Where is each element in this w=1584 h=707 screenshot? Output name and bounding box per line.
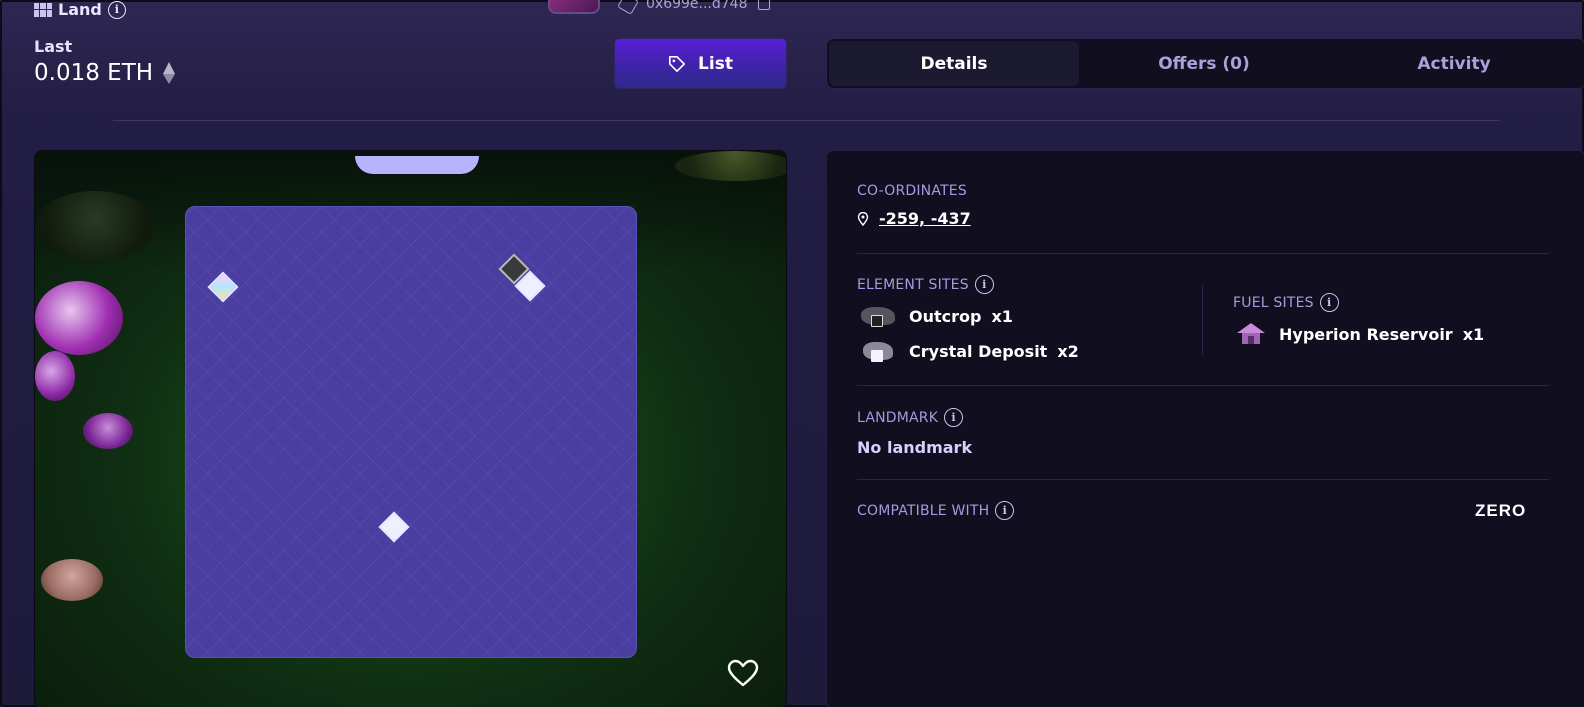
compatible-with-label-text: COMPATIBLE WITH xyxy=(857,502,990,519)
element-site-name: Outcrop xyxy=(909,306,982,326)
owner-info: 0x699e...d748 xyxy=(617,0,770,15)
element-site-count: x1 xyxy=(991,306,1013,326)
land-grid-icon xyxy=(34,2,52,17)
tag-icon xyxy=(669,55,686,72)
fuel-site-item: Hyperion Reservoir x1 xyxy=(1233,321,1484,347)
element-sites-label: ELEMENT SITES i xyxy=(857,275,994,294)
crystal-deposit-icon xyxy=(859,338,899,364)
detail-tabs: Details Offers (0) Activity xyxy=(826,38,1584,89)
panel-notch xyxy=(355,156,479,174)
top-strip: Land i 0x699e...d748 xyxy=(0,0,1584,22)
row-divider xyxy=(857,253,1549,254)
last-sale-price: 0.018 ETH xyxy=(34,60,176,86)
element-sites-label-text: ELEMENT SITES xyxy=(857,276,969,293)
fuel-site-name: Hyperion Reservoir xyxy=(1279,324,1453,344)
details-panel: CO-ORDINATES -259, -437 ELEMENT SITES i … xyxy=(826,150,1584,707)
section-divider xyxy=(113,120,1500,121)
row-divider xyxy=(857,385,1549,386)
tab-offers[interactable]: Offers (0) xyxy=(1079,41,1329,86)
mushroom-decor xyxy=(675,151,786,181)
element-site-name: Crystal Deposit xyxy=(909,341,1048,361)
landmark-value: No landmark xyxy=(857,438,973,457)
wallet-icon xyxy=(617,0,639,15)
info-icon[interactable]: i xyxy=(974,275,994,294)
fuel-sites-label-text: FUEL SITES xyxy=(1233,294,1314,311)
info-icon[interactable]: i xyxy=(944,408,964,427)
mushroom-decor xyxy=(35,191,155,261)
copy-icon[interactable] xyxy=(757,0,770,10)
element-site-item: Outcrop x1 xyxy=(859,303,1013,329)
owner-address[interactable]: 0x699e...d748 xyxy=(646,0,748,12)
info-icon[interactable]: i xyxy=(1319,293,1339,312)
info-icon[interactable]: i xyxy=(107,0,126,19)
eth-icon xyxy=(163,62,176,84)
element-site-item: Crystal Deposit x2 xyxy=(859,338,1079,364)
coordinates-label-text: CO-ORDINATES xyxy=(857,183,967,199)
fuel-site-marker[interactable] xyxy=(378,511,410,543)
coordinates-row: -259, -437 xyxy=(857,209,971,228)
list-button[interactable]: List xyxy=(614,38,787,89)
tab-details[interactable]: Details xyxy=(829,41,1079,86)
mushroom-decor xyxy=(41,559,103,601)
coordinates-label: CO-ORDINATES xyxy=(857,183,967,199)
tab-activity[interactable]: Activity xyxy=(1329,41,1579,86)
row-divider xyxy=(857,479,1549,480)
land-image-panel xyxy=(34,150,787,707)
mushroom-decor xyxy=(35,351,75,401)
owner-avatar[interactable] xyxy=(548,0,600,14)
coordinates-link[interactable]: -259, -437 xyxy=(879,209,971,228)
land-plot-map[interactable] xyxy=(185,206,637,658)
last-sale-value: 0.018 ETH xyxy=(34,60,154,86)
landmark-label: LANDMARK i xyxy=(857,408,964,427)
land-type-chip: Land i xyxy=(34,0,126,19)
element-site-count: x2 xyxy=(1057,341,1079,361)
info-icon[interactable]: i xyxy=(995,501,1015,520)
compatible-with-label: COMPATIBLE WITH i xyxy=(857,501,1015,520)
hyperion-reservoir-icon xyxy=(1233,321,1269,347)
fuel-site-count: x1 xyxy=(1462,324,1485,344)
zero-logo[interactable]: ZERO xyxy=(1475,501,1526,521)
column-divider xyxy=(1202,285,1203,355)
mushroom-decor xyxy=(35,281,123,355)
land-type-label: Land xyxy=(58,0,102,19)
last-sale-label: Last xyxy=(34,37,73,56)
fuel-sites-label: FUEL SITES i xyxy=(1233,293,1339,312)
location-pin-icon xyxy=(857,211,869,226)
outcrop-icon xyxy=(859,303,899,329)
list-button-label: List xyxy=(698,53,733,74)
mushroom-decor xyxy=(83,413,133,449)
element-site-marker[interactable] xyxy=(207,271,239,303)
favorite-heart-icon[interactable] xyxy=(727,659,759,687)
landmark-label-text: LANDMARK xyxy=(857,409,939,426)
